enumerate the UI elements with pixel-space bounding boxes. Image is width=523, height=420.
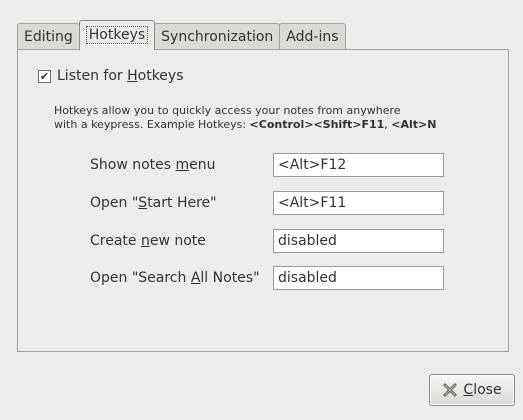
- create-new-note-input[interactable]: disabled: [273, 229, 444, 253]
- tab-bar: Editing Hotkeys Synchronization Add-ins: [17, 20, 346, 50]
- hotkey-row-show-notes-menu: Show notes menu <Alt>F12: [90, 152, 444, 178]
- help-line-1: Hotkeys allow you to quickly access your…: [54, 104, 401, 117]
- close-icon: [443, 383, 457, 397]
- tab-hotkeys[interactable]: Hotkeys: [78, 20, 156, 50]
- hotkeys-panel: ✔ Listen for Hotkeys Hotkeys allow you t…: [17, 49, 509, 352]
- check-mark-icon[interactable]: ✔: [38, 69, 51, 83]
- tab-label: Add-ins: [286, 29, 339, 45]
- hotkey-label: Open "Search All Notes": [90, 270, 260, 286]
- tab-editing[interactable]: Editing: [17, 23, 80, 50]
- tab-label: Hotkeys: [85, 25, 149, 44]
- tab-label: Synchronization: [161, 29, 274, 45]
- example-hotkey-1: <Control><Shift>F11: [249, 118, 385, 131]
- example-hotkey-2: <Alt>N: [391, 118, 437, 131]
- open-search-all-notes-input[interactable]: disabled: [273, 266, 444, 290]
- tab-synchronization[interactable]: Synchronization: [154, 23, 281, 50]
- close-button[interactable]: Close: [429, 374, 515, 406]
- hotkey-row-create-new-note: Create new note disabled: [90, 228, 444, 254]
- hotkey-row-open-search-all-notes: Open "Search All Notes" disabled: [90, 265, 444, 291]
- close-label: Close: [463, 382, 502, 398]
- open-start-here-input[interactable]: <Alt>F11: [273, 191, 444, 215]
- listen-label: Listen for Hotkeys: [57, 68, 184, 84]
- listen-for-hotkeys-checkbox[interactable]: ✔ Listen for Hotkeys: [38, 68, 184, 84]
- hotkey-label: Show notes menu: [90, 157, 216, 173]
- help-line-2: with a keypress. Example Hotkeys: <Contr…: [54, 118, 437, 131]
- hotkey-label: Open "Start Here": [90, 195, 217, 211]
- tab-add-ins[interactable]: Add-ins: [279, 23, 346, 50]
- hotkeys-help-text: Hotkeys allow you to quickly access your…: [54, 104, 504, 132]
- tab-label: Editing: [24, 29, 73, 45]
- hotkey-label: Create new note: [90, 233, 206, 249]
- show-notes-menu-input[interactable]: <Alt>F12: [273, 153, 444, 177]
- hotkey-row-open-start-here: Open "Start Here" <Alt>F11: [90, 190, 444, 216]
